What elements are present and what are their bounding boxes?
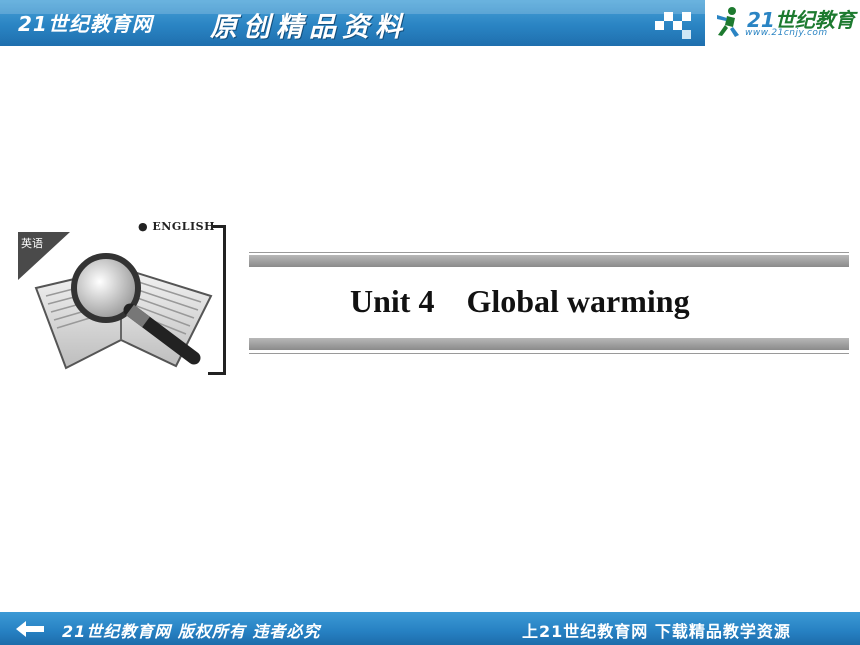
copyright-notice: 21世纪教育网 版权所有 违者必究 <box>62 622 321 641</box>
english-label: ● ENGLISH <box>138 220 215 233</box>
back-arrow-icon[interactable] <box>16 621 44 637</box>
subject-badge-label: 英语 <box>21 237 43 250</box>
logo-url: www.21cnjy.com <box>745 28 828 38</box>
english-emblem: ● ENGLISH 英语 <box>18 220 228 375</box>
slide-title: Unit 4 Global warming <box>350 283 690 319</box>
emblem-frame-bottom <box>208 372 226 375</box>
runner-logo-icon <box>717 7 739 37</box>
title-rule-top <box>249 252 849 267</box>
top-banner: 21世纪教育网 原创精品资料 21世纪教育 www.21cnjy.com <box>0 0 860 46</box>
brand-name: 21世纪教育网 <box>18 12 153 36</box>
bottom-banner: 21世纪教育网 版权所有 违者必究 上21世纪教育网 下载精品教学资源 <box>0 612 860 645</box>
title-rule-bottom <box>249 338 849 354</box>
decorative-squares-icon <box>655 12 695 39</box>
download-link[interactable]: 上21世纪教育网 下载精品教学资源 <box>522 618 791 642</box>
emblem-frame-right <box>223 225 226 375</box>
banner-title: 原创精品资料 <box>210 12 408 43</box>
site-logo[interactable]: 21世纪教育 www.21cnjy.com <box>705 0 860 46</box>
